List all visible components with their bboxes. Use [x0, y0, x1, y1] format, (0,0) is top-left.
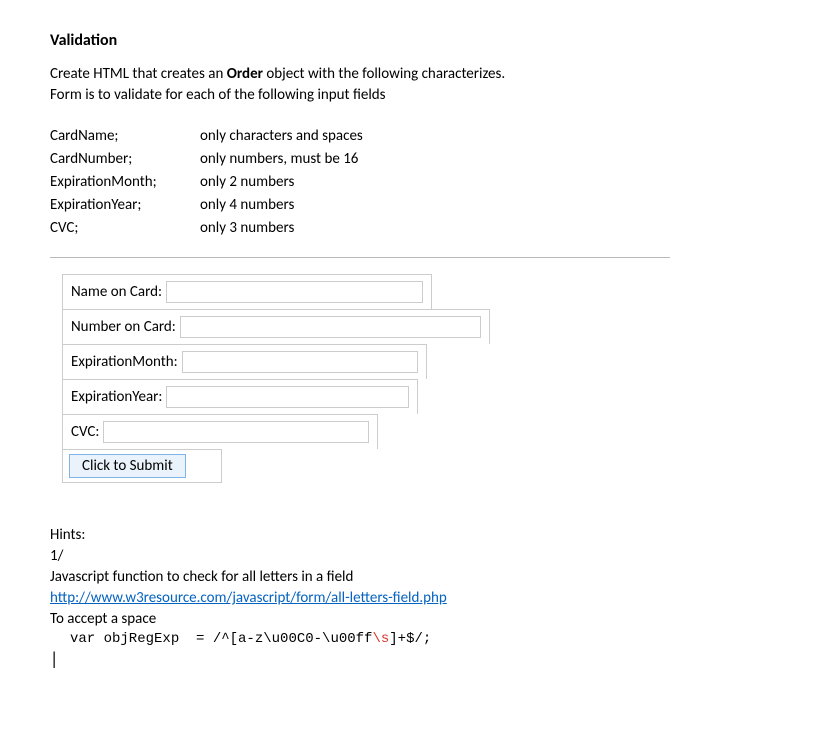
field-rule: only 2 numbers	[200, 172, 770, 193]
input-cardname[interactable]	[166, 281, 423, 303]
label-expyear: ExpirationYear:	[71, 387, 162, 408]
field-name: CVC;	[50, 218, 200, 239]
submit-button[interactable]: Click to Submit	[69, 454, 186, 478]
input-expmonth[interactable]	[182, 351, 418, 373]
hints-label: Hints:	[50, 525, 770, 546]
label-expmonth: ExpirationMonth:	[71, 352, 178, 373]
code-regex-post: ]+$/	[389, 631, 423, 647]
input-expyear[interactable]	[166, 386, 409, 408]
field-name: ExpirationMonth;	[50, 172, 200, 193]
form-row-submit: Click to Submit	[62, 449, 222, 483]
code-var-prefix: var objRegExp =	[70, 631, 213, 647]
intro-paragraph: Create HTML that creates an Order object…	[50, 64, 770, 106]
field-rules-table: CardName; only characters and spaces Car…	[50, 126, 770, 239]
label-cardname: Name on Card:	[71, 282, 162, 303]
form-row-cvc: CVC:	[62, 414, 378, 449]
field-rule: only 3 numbers	[200, 218, 770, 239]
field-name: CardNumber;	[50, 149, 200, 170]
form-row-expyear: ExpirationYear:	[62, 379, 418, 414]
hints-link[interactable]: http://www.w3resource.com/javascript/for…	[50, 589, 447, 607]
code-line: var objRegExp = /^[a-z\u00C0-\u00ff\s]+$…	[70, 630, 770, 650]
order-form: Name on Card: Number on Card: Expiration…	[62, 274, 562, 483]
code-regex-red: \s	[372, 631, 389, 647]
hints-accept-space: To accept a space	[50, 609, 770, 630]
form-row-expmonth: ExpirationMonth:	[62, 344, 427, 379]
intro-bold-order: Order	[227, 65, 263, 83]
input-cvc[interactable]	[103, 421, 369, 443]
field-rule: only characters and spaces	[200, 126, 770, 147]
form-row-cardnumber: Number on Card:	[62, 309, 490, 344]
hints-desc: Javascript function to check for all let…	[50, 567, 770, 588]
form-row-cardname: Name on Card:	[62, 274, 432, 309]
page-heading: Validation	[50, 30, 770, 52]
intro-text-1: Create HTML that creates an	[50, 65, 227, 83]
label-cvc: CVC:	[71, 422, 99, 443]
field-rule: only numbers, must be 16	[200, 149, 770, 170]
text-cursor: |	[50, 650, 770, 668]
field-rule: only 4 numbers	[200, 195, 770, 216]
intro-text-1-rest: object with the following characterizes.	[263, 65, 505, 83]
field-name: ExpirationYear;	[50, 195, 200, 216]
hints-number: 1/	[50, 546, 770, 567]
input-cardnumber[interactable]	[180, 316, 481, 338]
divider	[50, 257, 670, 258]
intro-text-2: Form is to validate for each of the foll…	[50, 86, 386, 104]
code-suffix: ;	[423, 631, 431, 647]
field-name: CardName;	[50, 126, 200, 147]
label-cardnumber: Number on Card:	[71, 317, 176, 338]
hints-section: Hints: 1/ Javascript function to check f…	[50, 525, 770, 668]
code-regex-pre: /^[a-z\u00C0-\u00ff	[213, 631, 373, 647]
